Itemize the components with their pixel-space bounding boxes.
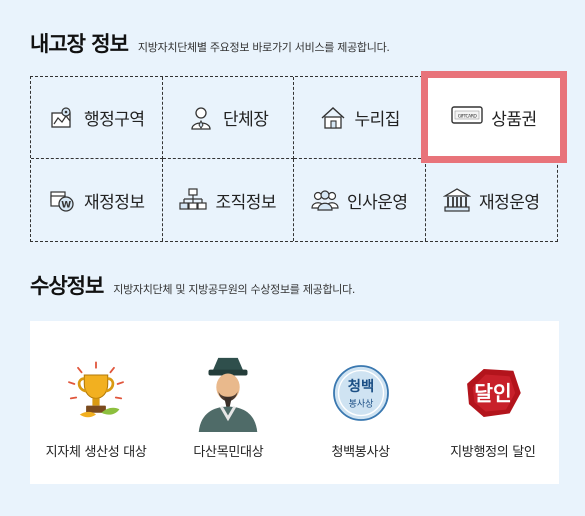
menu-item-homepage[interactable]: 누리집 bbox=[294, 77, 426, 159]
menu-item-finance-info[interactable]: W 재정정보 bbox=[31, 159, 163, 241]
svg-text:W: W bbox=[61, 201, 71, 211]
portrait-icon bbox=[188, 353, 268, 433]
menu-item-hr[interactable]: 인사운영 bbox=[294, 159, 426, 241]
menu-item-label: 상품권 bbox=[491, 109, 537, 130]
award-label: 청백봉사상 bbox=[331, 445, 390, 460]
info-section-subtitle: 지방자치단체별 주요정보 바로가기 서비스를 제공합니다. bbox=[137, 41, 390, 54]
menu-item-label: 재정정보 bbox=[83, 192, 145, 213]
award-label: 지방행정의 달인 bbox=[450, 445, 536, 460]
seal-text-top: 청백 bbox=[347, 378, 373, 395]
trophy-icon bbox=[56, 353, 136, 433]
seal-icon: 청백 봉사상 bbox=[321, 353, 401, 433]
award-label: 다산목민대상 bbox=[193, 445, 264, 460]
info-section-header: 내고장 정보 지방자치단체별 주요정보 바로가기 서비스를 제공합니다. bbox=[30, 28, 390, 58]
award-item-dasan[interactable]: 다산목민대상 bbox=[162, 321, 294, 484]
gift-card-icon: GIFTCARD bbox=[451, 103, 483, 132]
award-list: 지자체 생산성 대상 다산목민대상 청백 봉사상 청백봉사상 달인 지방행정의 … bbox=[30, 321, 559, 484]
building-icon bbox=[442, 186, 471, 214]
award-item-productivity[interactable]: 지자체 생산성 대상 bbox=[30, 321, 162, 484]
menu-item-label: 조직정보 bbox=[215, 192, 277, 213]
menu-item-label: 인사운영 bbox=[346, 192, 408, 213]
award-item-cheongbaek[interactable]: 청백 봉사상 청백봉사상 bbox=[295, 321, 427, 484]
gift-card-text: GIFTCARD bbox=[458, 113, 478, 119]
finance-icon: W bbox=[48, 186, 76, 214]
info-section-title: 내고장 정보 bbox=[30, 32, 129, 56]
menu-item-gift-card[interactable]: GIFTCARD 상품권 bbox=[428, 78, 560, 156]
menu-item-label: 재정운영 bbox=[478, 192, 540, 213]
house-icon bbox=[319, 104, 347, 132]
menu-item-label: 행정구역 bbox=[83, 110, 145, 130]
menu-item-head[interactable]: 단체장 bbox=[162, 77, 294, 159]
award-item-master[interactable]: 달인 지방행정의 달인 bbox=[427, 321, 559, 484]
people-icon bbox=[311, 186, 339, 214]
seal-text-bottom: 봉사상 bbox=[348, 399, 373, 410]
badge-icon: 달인 bbox=[453, 353, 533, 433]
award-label: 지자체 생산성 대상 bbox=[45, 445, 147, 460]
person-icon bbox=[187, 104, 215, 132]
badge-text: 달인 bbox=[474, 381, 511, 405]
org-chart-icon bbox=[179, 186, 208, 214]
menu-item-label: 단체장 bbox=[223, 110, 269, 130]
menu-item-label: 누리집 bbox=[354, 110, 401, 130]
award-section-subtitle: 지방자치단체 및 지방공무원의 수상정보를 제공합니다. bbox=[113, 283, 356, 296]
award-section-title: 수상정보 bbox=[30, 274, 104, 298]
menu-item-finance-operation[interactable]: 재정운영 bbox=[426, 159, 558, 241]
menu-item-admin-district[interactable]: 행정구역 bbox=[31, 77, 163, 159]
award-section-header: 수상정보 지방자치단체 및 지방공무원의 수상정보를 제공합니다. bbox=[30, 270, 355, 300]
map-icon bbox=[48, 104, 76, 132]
menu-item-org-info[interactable]: 조직정보 bbox=[163, 159, 294, 241]
